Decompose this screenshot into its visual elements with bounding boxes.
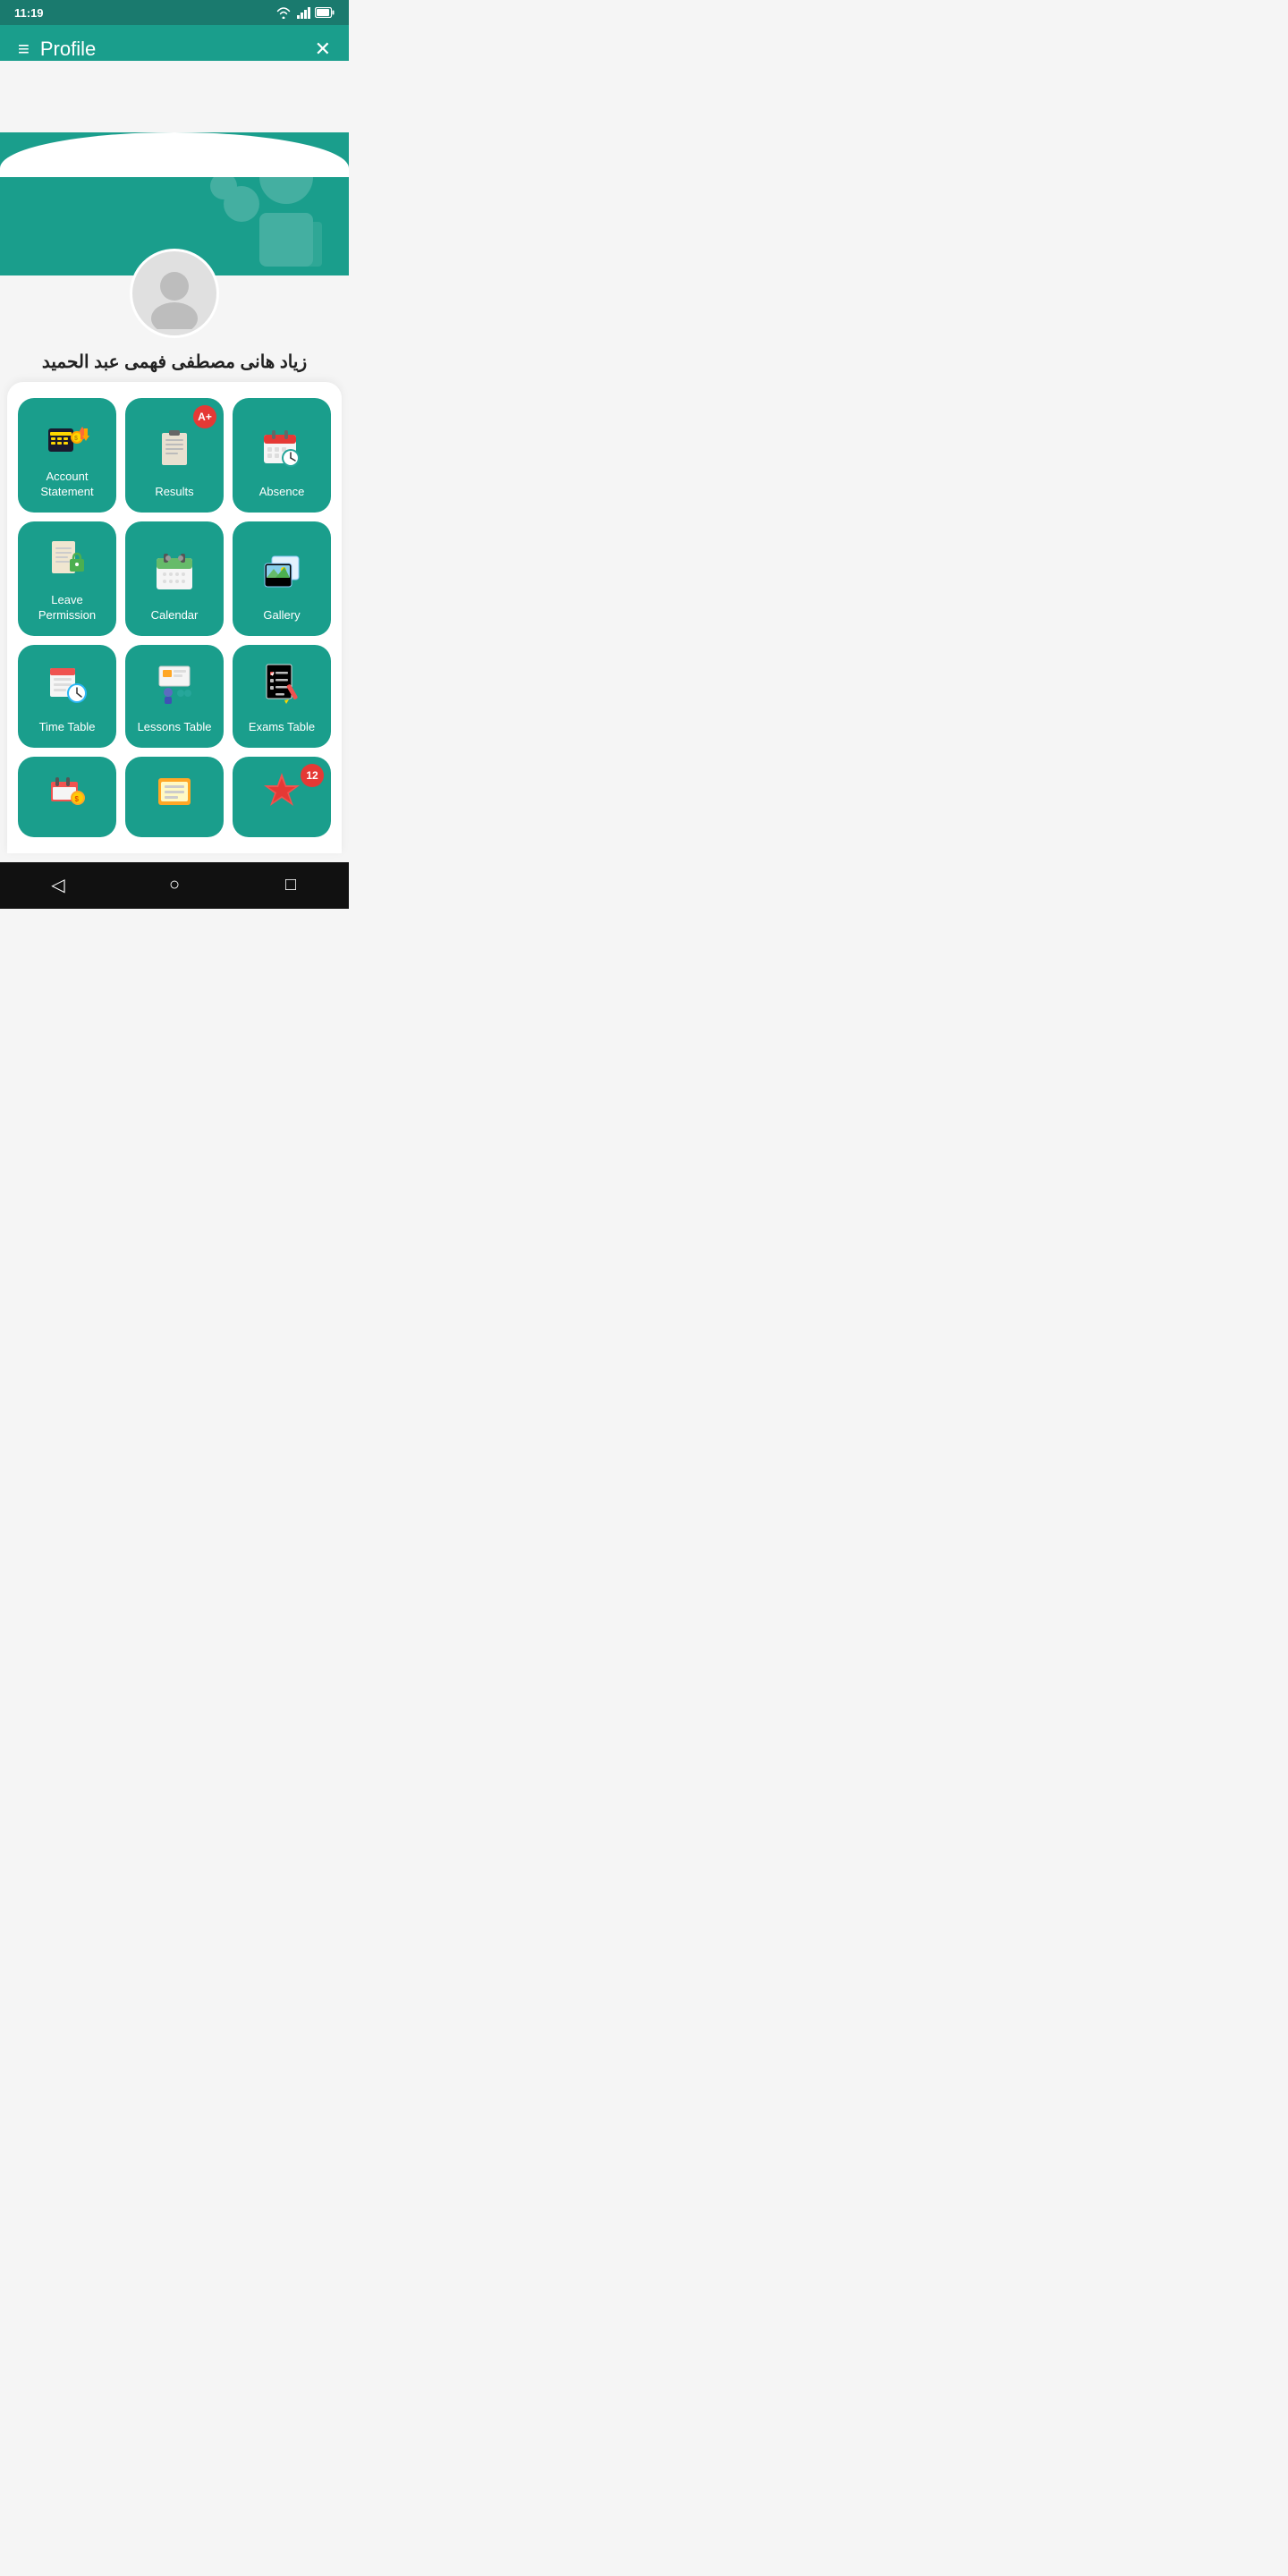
battery-icon [315, 7, 335, 18]
time-table-label: Time Table [39, 720, 96, 735]
item-12-icon [261, 769, 302, 818]
svg-text:$: $ [75, 795, 80, 803]
home-button[interactable]: ○ [148, 868, 201, 903]
exams-table-icon [259, 661, 304, 713]
hero-bg-decoration [170, 141, 331, 267]
gallery-icon [259, 549, 304, 601]
leave-permission-label: Leave Permission [25, 593, 109, 623]
calendar-icon [152, 549, 197, 601]
gallery-label: Gallery [263, 608, 300, 623]
account-statement-icon: $ [45, 411, 89, 462]
time-table-icon [45, 661, 89, 713]
card-lessons-table[interactable]: Lessons Table [125, 645, 224, 748]
card-account-statement[interactable]: $ Account Statement [18, 398, 116, 513]
account-statement-label: Account Statement [25, 470, 109, 500]
exams-table-label: Exams Table [249, 720, 315, 735]
card-time-table[interactable]: Time Table [18, 645, 116, 748]
lessons-table-label: Lessons Table [138, 720, 212, 735]
leave-permission-icon [45, 534, 89, 586]
results-icon [153, 428, 196, 478]
lessons-table-icon [152, 661, 197, 713]
absence-icon [259, 426, 304, 478]
signal-icon [296, 6, 310, 19]
wifi-icon [275, 6, 292, 19]
menu-button[interactable]: ≡ [18, 38, 30, 61]
back-button[interactable]: ◁ [31, 868, 85, 903]
header: ≡ Profile ✕ [0, 25, 349, 61]
cards-wrapper: $ Account Statement A+ [7, 382, 342, 853]
item-11-icon [154, 769, 195, 818]
card-calendar[interactable]: Calendar [125, 521, 224, 636]
avatar-container [0, 249, 349, 338]
status-bar: 11:19 [0, 0, 349, 25]
close-button[interactable]: ✕ [315, 38, 331, 61]
card-absence[interactable]: Absence [233, 398, 331, 513]
calendar-label: Calendar [151, 608, 199, 623]
card-leave-permission[interactable]: Leave Permission [18, 521, 116, 636]
status-time: 11:19 [14, 6, 44, 20]
card-item-11[interactable] [125, 757, 224, 837]
cards-grid: $ Account Statement A+ [18, 398, 331, 837]
card-item-12[interactable]: 12 [233, 757, 331, 837]
avatar[interactable] [130, 249, 219, 338]
avatar-image [139, 258, 210, 329]
item-12-badge: 12 [301, 764, 324, 787]
recents-button[interactable]: □ [264, 868, 318, 903]
absence-label: Absence [259, 485, 305, 500]
svg-text:$: $ [74, 436, 78, 442]
results-label: Results [155, 485, 193, 500]
status-icons [275, 6, 335, 19]
card-results[interactable]: A+ Results [125, 398, 224, 513]
card-item-10[interactable]: $ [18, 757, 116, 837]
user-name: زياد هانى مصطفى فهمى عبد الحميد [18, 351, 331, 373]
results-badge: A+ [193, 405, 216, 428]
item-10-icon: $ [47, 769, 88, 818]
page-title: Profile [30, 38, 315, 61]
bottom-nav: ◁ ○ □ [0, 862, 349, 909]
card-exams-table[interactable]: Exams Table [233, 645, 331, 748]
card-gallery[interactable]: Gallery [233, 521, 331, 636]
